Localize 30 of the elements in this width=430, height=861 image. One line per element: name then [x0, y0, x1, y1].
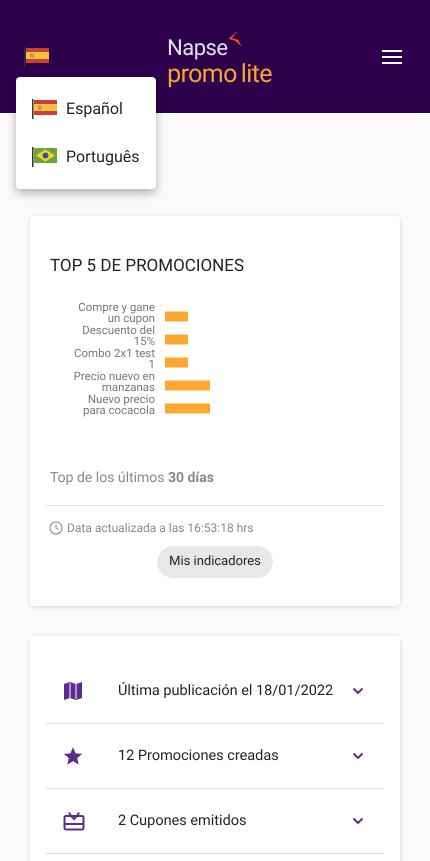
language-option[interactable]: Español — [66, 97, 123, 121]
bar-label: Nuevo precio para cocacola — [82, 394, 155, 417]
summary-text: Última publicación el 18/01/2022 — [118, 680, 334, 702]
summary-row[interactable]: 2 Cupones emitidos — [46, 789, 384, 854]
bar-label: Compre y gane un cupon — [77, 302, 155, 325]
bar-label: Descuento del 15% — [81, 325, 155, 348]
clock-icon — [49, 521, 63, 535]
indicators-button[interactable]: Mis indicadores — [157, 546, 273, 578]
updated-text: Data actualizada a las 16:53:18 hrs — [67, 520, 254, 537]
language-button[interactable] — [24, 46, 49, 66]
summary-text: 2 Cupones emitidos — [118, 811, 248, 832]
brazil-flag-icon — [32, 147, 57, 167]
summary-row[interactable]: 12 Promociones creadas — [46, 724, 384, 789]
language-option[interactable]: Português — [66, 145, 140, 169]
chevron-down-icon — [352, 687, 364, 695]
spain-flag-icon — [24, 46, 49, 66]
logo: Napse promo lite — [155, 26, 272, 88]
period-text: Top de los últimos 30 días — [49, 469, 215, 488]
map-icon — [63, 681, 83, 701]
gift-card-icon — [63, 811, 85, 831]
summary-text: 12 Promociones creadas — [118, 746, 280, 766]
star-icon — [63, 746, 83, 766]
chevron-down-icon — [352, 817, 364, 825]
card-title: TOP 5 DE PROMOCIONES — [49, 256, 246, 276]
summary-row[interactable]: Última publicación el 18/01/2022 — [46, 659, 384, 724]
spain-flag-icon — [32, 99, 57, 119]
bar-label: Combo 2x1 test 1 — [73, 348, 155, 371]
chevron-down-icon — [352, 752, 364, 760]
bar-label: Precio nuevo en manzanas — [73, 371, 155, 394]
menu-icon — [382, 48, 402, 64]
